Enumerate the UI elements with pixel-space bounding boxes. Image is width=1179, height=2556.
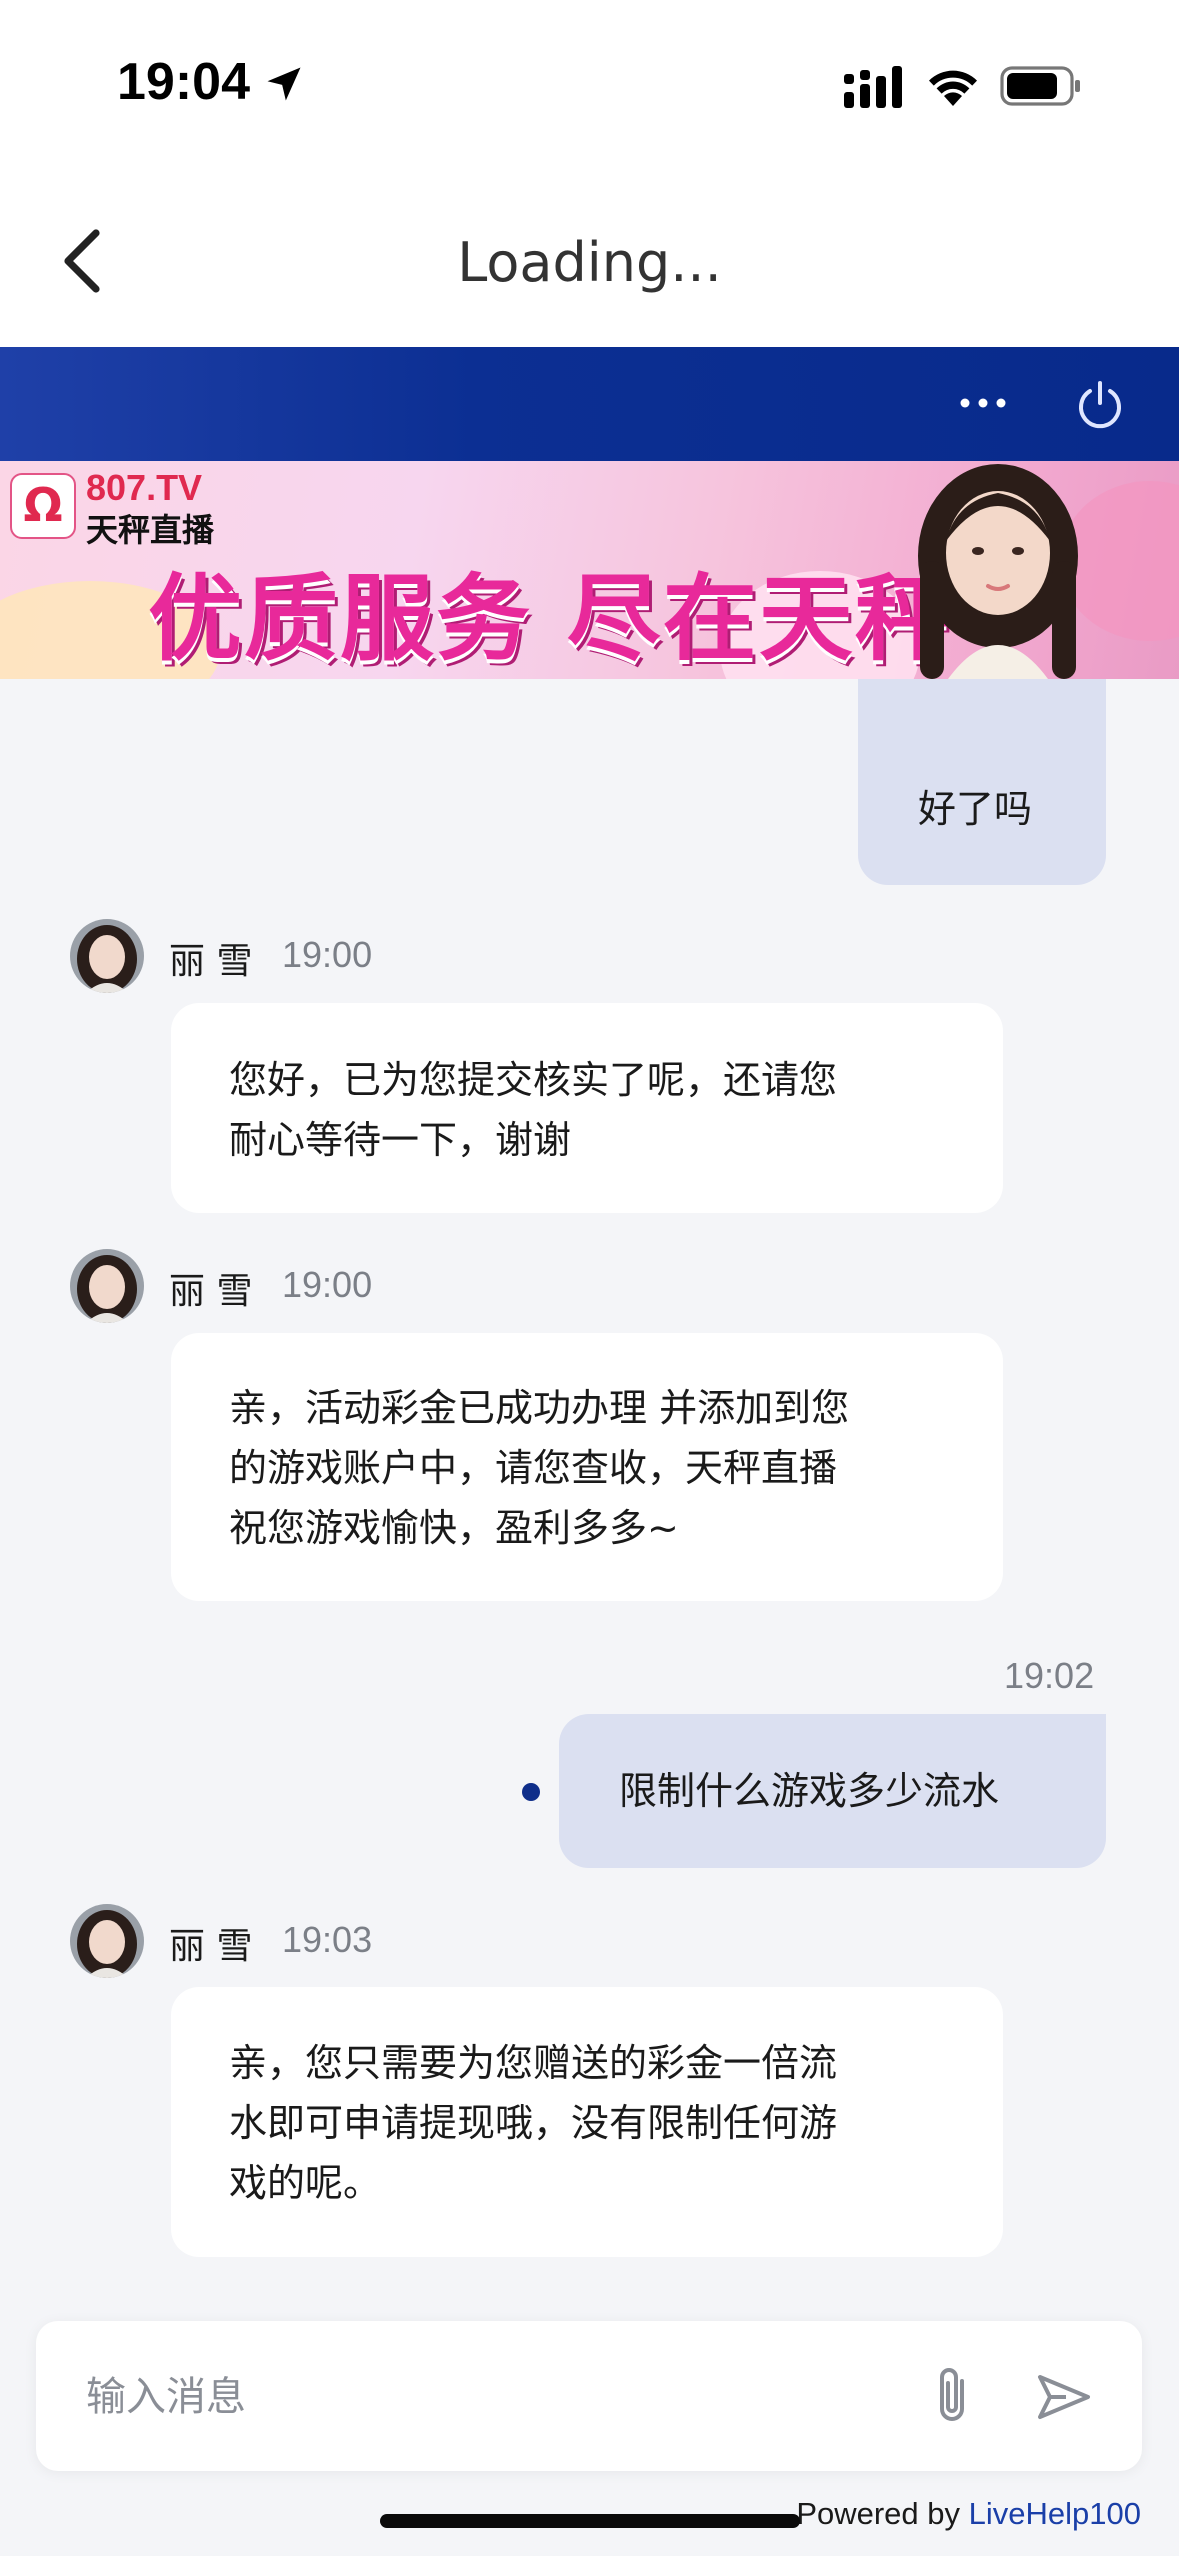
battery-icon (1000, 66, 1080, 106)
message-time: 19:03 (282, 1919, 373, 1960)
message-input[interactable] (86, 2369, 866, 2425)
message-line: 的游戏账户中，请您查收，天秤直播 (229, 1446, 838, 1490)
banner-tv-text: 807.TV (86, 467, 203, 508)
agent-message-bubble: 您好，已为您提交核实了呢，还请您 耐心等待一下，谢谢 (171, 1003, 1003, 1213)
message-composer (36, 2321, 1142, 2471)
agent-name: 丽 雪 (169, 1926, 253, 1967)
message-text: 好了吗 (918, 787, 1033, 831)
message-time: 19:00 (282, 1264, 373, 1305)
powered-prefix: Powered by (796, 2496, 969, 2531)
message-line: 戏的呢。 (229, 2161, 382, 2205)
status-bar: 19:04 (0, 0, 1179, 175)
send-icon[interactable] (1034, 2367, 1094, 2427)
agent-avatar (70, 1249, 144, 1323)
banner-slogan: 优质服务 尽在天秤 (148, 565, 951, 674)
wifi-icon (929, 70, 977, 106)
page-title: Loading... (457, 231, 722, 294)
message-line: 您好，已为您提交核实了呢，还请您 (229, 1058, 838, 1102)
sent-status-dot (522, 1783, 540, 1801)
paperclip-icon[interactable] (922, 2365, 982, 2429)
agent-name: 丽 雪 (169, 1271, 253, 1312)
cellular-signal-icon (844, 66, 902, 108)
powered-by-footer: Powered by LiveHelp100 (796, 2496, 1141, 2532)
message-line: 祝您游戏愉快，盈利多多~ (229, 1506, 679, 1550)
agent-message-bubble: 亲，活动彩金已成功办理 并添加到您 的游戏账户中，请您查收，天秤直播 祝您游戏愉… (171, 1333, 1003, 1601)
nav-bar: Loading... (0, 175, 1179, 347)
status-time: 19:04 (117, 53, 250, 111)
message-time: 19:00 (282, 934, 373, 975)
message-line: 耐心等待一下，谢谢 (229, 1118, 572, 1162)
promo-banner[interactable]: Ω 807.TV 天秤直播 优质服务 尽在天秤 (0, 461, 1179, 679)
message-text: 限制什么游戏多少流水 (619, 1769, 1000, 1813)
chat-header (0, 347, 1179, 461)
agent-avatar (70, 1904, 144, 1978)
more-options-icon[interactable] (958, 383, 1008, 423)
agent-name: 丽 雪 (169, 941, 253, 982)
message-time: 19:02 (1004, 1655, 1095, 1696)
user-message-bubble: 好了吗 (858, 679, 1106, 885)
message-line: 亲，活动彩金已成功办理 并添加到您 (229, 1386, 850, 1430)
agent-avatar (70, 919, 144, 993)
message-line: 亲，您只需要为您赠送的彩金一倍流 (229, 2041, 838, 2085)
libra-logo-icon: Ω (10, 473, 76, 539)
message-line: 水即可申请提现哦，没有限制任何游 (229, 2101, 838, 2145)
agent-message-bubble: 亲，您只需要为您赠送的彩金一倍流 水即可申请提现哦，没有限制任何游 戏的呢。 (171, 1987, 1003, 2257)
home-indicator[interactable] (380, 2514, 800, 2528)
power-icon[interactable] (1072, 377, 1128, 433)
livehelp-link[interactable]: LiveHelp100 (969, 2496, 1141, 2531)
location-arrow-icon (267, 67, 301, 101)
banner-model-image (918, 464, 1078, 679)
user-message-bubble: 限制什么游戏多少流水 (559, 1714, 1106, 1868)
